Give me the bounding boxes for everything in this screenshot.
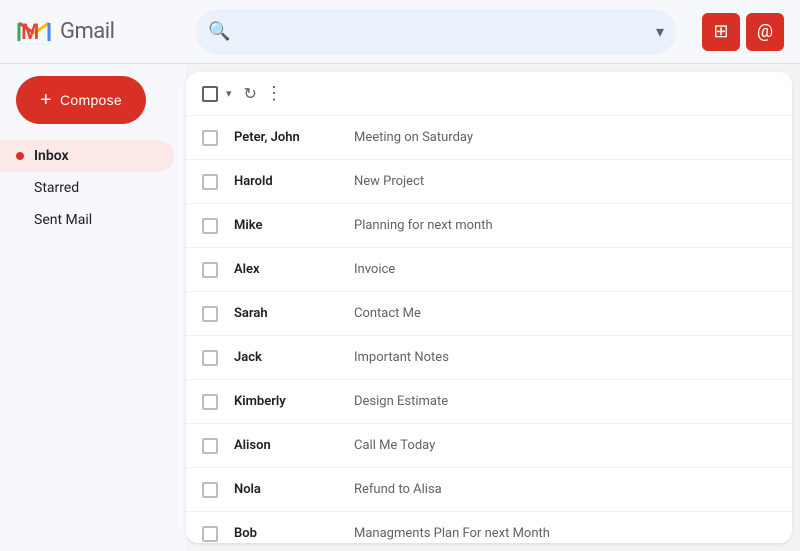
email-subject: Managments Plan For next Month <box>354 526 776 541</box>
email-row[interactable]: JackImportant Notes <box>186 336 792 380</box>
email-subject: Important Notes <box>354 350 776 365</box>
email-sender: Peter, John <box>234 130 354 145</box>
email-sender: Jack <box>234 350 354 365</box>
select-dropdown-icon[interactable]: ▾ <box>226 87 232 100</box>
main-layout: + Compose Inbox Starred Sent Mail ▾ ↻ ⋮ … <box>0 64 800 551</box>
email-sender: Mike <box>234 218 354 233</box>
email-row[interactable]: Peter, JohnMeeting on Saturday <box>186 116 792 160</box>
email-subject: Design Estimate <box>354 394 776 409</box>
email-sender: Bob <box>234 526 354 541</box>
email-subject: Contact Me <box>354 306 776 321</box>
email-row[interactable]: AlisonCall Me Today <box>186 424 792 468</box>
email-sender: Nola <box>234 482 354 497</box>
email-checkbox[interactable] <box>202 438 218 454</box>
email-subject: Planning for next month <box>354 218 776 233</box>
search-dropdown-icon[interactable]: ▾ <box>656 22 664 41</box>
header-icons: ⊞ @ <box>702 13 784 51</box>
email-panel: ▾ ↻ ⋮ Peter, JohnMeeting on SaturdayHaro… <box>186 72 792 543</box>
gmail-logo-icon: M <box>16 14 52 50</box>
at-icon: @ <box>757 21 773 42</box>
select-all-checkbox[interactable] <box>202 86 218 102</box>
email-checkbox[interactable] <box>202 218 218 234</box>
inbox-dot-icon <box>16 152 24 160</box>
compose-plus-icon: + <box>40 90 52 110</box>
email-row[interactable]: NolaRefund to Alisa <box>186 468 792 512</box>
email-row[interactable]: HaroldNew Project <box>186 160 792 204</box>
email-checkbox[interactable] <box>202 130 218 146</box>
search-bar[interactable]: 🔍 ▾ <box>196 9 676 55</box>
email-subject: Invoice <box>354 262 776 277</box>
email-list: Peter, JohnMeeting on SaturdayHaroldNew … <box>186 116 792 543</box>
app-title: Gmail <box>60 19 114 44</box>
email-checkbox[interactable] <box>202 526 218 542</box>
email-row[interactable]: BobManagments Plan For next Month <box>186 512 792 543</box>
email-row[interactable]: AlexInvoice <box>186 248 792 292</box>
email-toolbar: ▾ ↻ ⋮ <box>186 72 792 116</box>
sidebar: + Compose Inbox Starred Sent Mail <box>0 64 186 551</box>
email-checkbox[interactable] <box>202 482 218 498</box>
email-row[interactable]: SarahContact Me <box>186 292 792 336</box>
compose-label: Compose <box>60 92 122 108</box>
more-options-icon[interactable]: ⋮ <box>265 83 284 104</box>
email-subject: New Project <box>354 174 776 189</box>
sidebar-inbox-label: Inbox <box>34 148 69 164</box>
sidebar-item-sent[interactable]: Sent Mail <box>0 204 174 236</box>
email-sender: Alison <box>234 438 354 453</box>
search-icon: 🔍 <box>208 21 230 42</box>
grid-icon: ⊞ <box>713 21 728 42</box>
email-checkbox[interactable] <box>202 174 218 190</box>
email-row[interactable]: MikePlanning for next month <box>186 204 792 248</box>
sidebar-sent-label: Sent Mail <box>34 212 92 228</box>
at-icon-button[interactable]: @ <box>746 13 784 51</box>
email-subject: Call Me Today <box>354 438 776 453</box>
email-subject: Meeting on Saturday <box>354 130 776 145</box>
sidebar-item-starred[interactable]: Starred <box>0 172 174 204</box>
grid-view-button[interactable]: ⊞ <box>702 13 740 51</box>
sidebar-starred-label: Starred <box>34 180 79 196</box>
app-header: M Gmail 🔍 ▾ ⊞ @ <box>0 0 800 64</box>
email-checkbox[interactable] <box>202 306 218 322</box>
email-checkbox[interactable] <box>202 262 218 278</box>
email-checkbox[interactable] <box>202 350 218 366</box>
email-subject: Refund to Alisa <box>354 482 776 497</box>
email-sender: Kimberly <box>234 394 354 409</box>
refresh-icon[interactable]: ↻ <box>244 84 257 103</box>
email-sender: Sarah <box>234 306 354 321</box>
email-sender: Alex <box>234 262 354 277</box>
email-row[interactable]: KimberlyDesign Estimate <box>186 380 792 424</box>
logo-area: M Gmail <box>16 14 196 50</box>
compose-button[interactable]: + Compose <box>16 76 146 124</box>
svg-text:M: M <box>21 19 39 44</box>
email-sender: Harold <box>234 174 354 189</box>
sidebar-item-inbox[interactable]: Inbox <box>0 140 174 172</box>
email-checkbox[interactable] <box>202 394 218 410</box>
search-input[interactable] <box>238 23 652 41</box>
